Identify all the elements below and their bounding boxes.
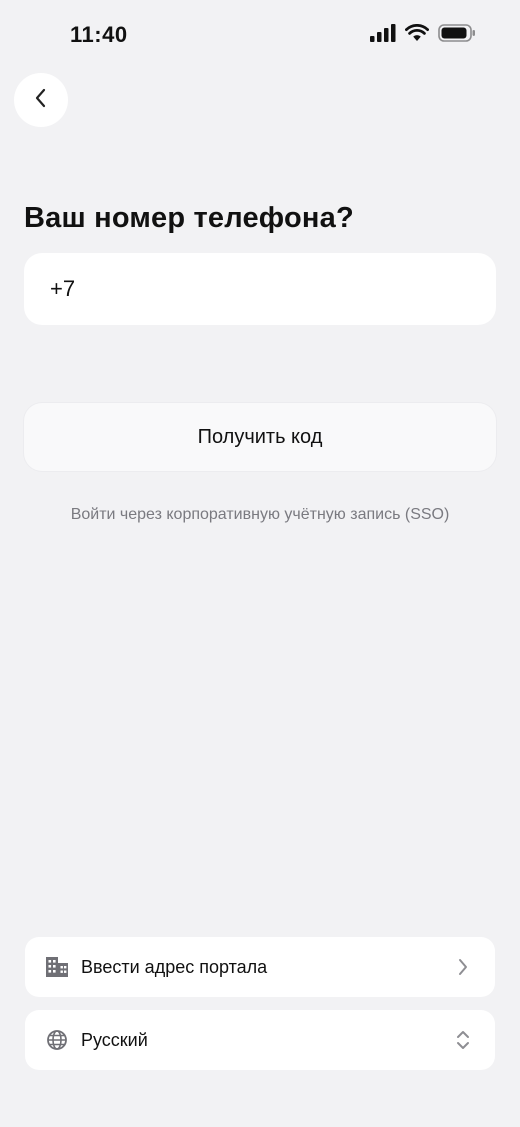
language-select-row[interactable]: Русский [25,1010,495,1070]
enter-portal-address-label: Ввести адрес портала [81,956,268,977]
phone-input[interactable] [48,275,472,303]
language-label: Русский [81,1029,148,1050]
enter-portal-address-row[interactable]: Ввести адрес портала [25,937,495,997]
get-code-button[interactable]: Получить код [24,403,496,471]
chevron-left-icon [31,87,51,114]
wifi-icon [405,23,429,47]
chevron-right-icon [453,957,473,977]
status-bar: 11:40 [0,0,520,70]
back-button[interactable] [14,73,68,127]
phone-field[interactable] [24,253,496,325]
status-icons [370,23,476,47]
globe-icon [45,1028,69,1052]
cellular-signal-icon [370,24,396,47]
status-time: 11:40 [70,22,128,47]
building-icon [45,955,69,979]
sso-login-link[interactable]: Войти через корпоративную учётную запись… [0,506,520,524]
page-title: Ваш номер телефона? [24,202,354,234]
chevron-up-down-icon [453,1030,473,1050]
battery-icon [438,24,476,47]
